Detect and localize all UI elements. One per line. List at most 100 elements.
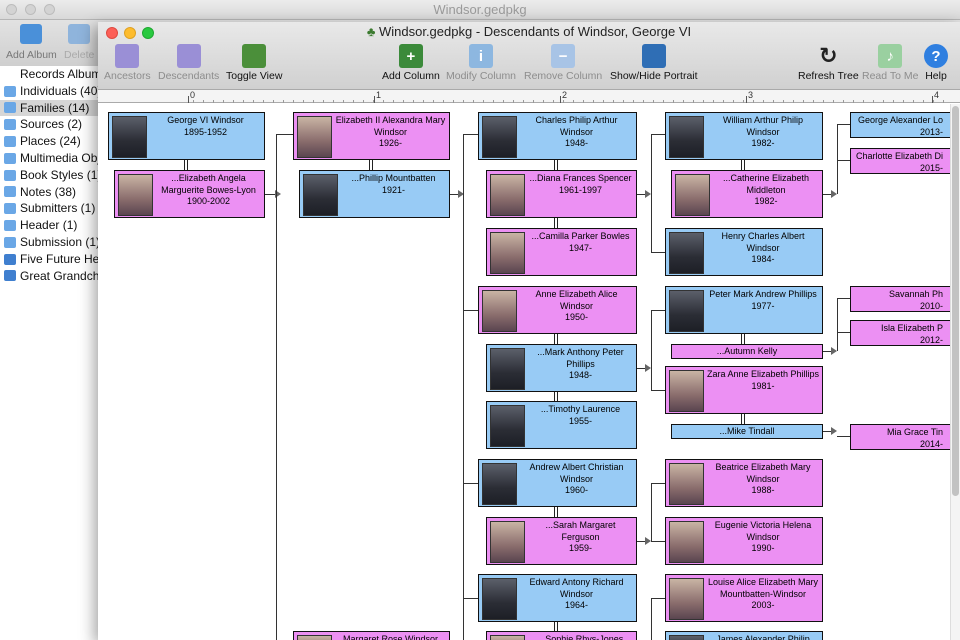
person-card[interactable]: ...Mike Tindall [671, 424, 823, 439]
tree-canvas[interactable]: George VI Windsor 1895-1952 ...Elizabeth A… [98, 104, 960, 640]
toggle-view-button[interactable]: Toggle View [226, 44, 282, 82]
person-dates: 1948- [568, 370, 593, 380]
minimize-icon[interactable] [25, 4, 36, 15]
ruler-minor-tick [283, 100, 284, 103]
person-card[interactable]: Andrew Albert Christian Windsor 1960- [478, 459, 637, 507]
person-card[interactable]: Margaret Rose Windsor [293, 631, 450, 640]
person-card[interactable]: ...Sarah Margaret Ferguson 1959- [486, 517, 637, 565]
portrait-button[interactable]: Show/Hide Portrait [610, 44, 698, 82]
ruler-minor-tick [323, 100, 324, 103]
person-card[interactable]: William Arthur Philip Windsor 1982- [665, 112, 823, 160]
person-card[interactable]: ...Phillip Mountbatten 1921- [299, 170, 450, 218]
person-card[interactable]: James Alexander Philip Theo [665, 631, 823, 640]
delete-button[interactable]: Delete [64, 24, 94, 61]
person-card[interactable]: Henry Charles Albert Windsor 1984- [665, 228, 823, 276]
descendants-button[interactable]: Descendants [158, 44, 219, 82]
person-card[interactable]: Anne Elizabeth Alice Windsor 1950- [478, 286, 637, 334]
sidebar-item[interactable]: Families (14) [0, 99, 100, 117]
person-card[interactable]: Elizabeth II Alexandra Mary Windsor 1926- [293, 112, 450, 160]
person-card[interactable]: Mia Grace Tin 2014- [850, 424, 960, 450]
person-card[interactable]: ...Catherine Elizabeth Middleton 1982- [671, 170, 823, 218]
ruler-minor-tick [873, 100, 874, 103]
person-card[interactable]: Louise Alice Elizabeth Mary Mountbatten-… [665, 574, 823, 622]
sidebar-item[interactable]: Five Future Heir [0, 251, 100, 268]
person-card[interactable]: Peter Mark Andrew Phillips 1977- [665, 286, 823, 334]
portrait-photo [669, 635, 704, 640]
ruler-minor-tick [793, 100, 794, 103]
scrollbar-thumb[interactable] [952, 106, 959, 496]
sidebar-item[interactable]: Submission (1) [0, 234, 100, 251]
sidebar-item[interactable]: Submitters (1) [0, 200, 100, 217]
sidebar-item[interactable]: Header (1) [0, 217, 100, 234]
person-card[interactable]: Isla Elizabeth P 2012- [850, 320, 960, 346]
connector-line [837, 332, 850, 333]
ancestors-button[interactable]: Ancestors [104, 44, 151, 82]
person-card[interactable]: Charles Philip Arthur Windsor 1948- [478, 112, 637, 160]
ruler-minor-tick [933, 100, 934, 103]
person-dates: 1900-2002 [186, 196, 231, 206]
person-dates: 1960- [564, 485, 589, 495]
person-card[interactable]: Edward Antony Richard Windsor 1964- [478, 574, 637, 622]
close-icon[interactable] [6, 4, 17, 15]
folder-icon [4, 236, 16, 248]
ancestors-icon [115, 44, 140, 68]
sidebar-item[interactable]: Places (24) [0, 133, 100, 150]
toolbar-button-label: Toggle View [226, 70, 283, 82]
person-name: ...Phillip Mountbatten [351, 173, 436, 183]
ruler-minor-tick [593, 100, 594, 103]
connector-line [823, 351, 831, 352]
sidebar-item[interactable]: Notes (38) [0, 184, 100, 201]
add-album-button[interactable]: Add Album [6, 24, 57, 61]
ruler-minor-tick [803, 100, 804, 103]
connector-line [837, 124, 838, 194]
sidebar-item[interactable]: Records Album [0, 66, 100, 83]
ruler-minor-tick [633, 100, 634, 103]
ruler-label: 2 [562, 90, 568, 100]
person-card[interactable]: ...Mark Anthony Peter Phillips 1948- [486, 344, 637, 392]
person-card[interactable]: ...Sophie Rhys-Jones [486, 631, 637, 640]
person-name: ...Timothy Laurence [540, 404, 621, 414]
sidebar-item[interactable]: Sources (2) [0, 116, 100, 133]
folder-icon [4, 136, 16, 148]
sidebar-item-label: Header (1) [20, 218, 78, 233]
sidebar-item[interactable]: Individuals (40) [0, 83, 100, 100]
vertical-scrollbar[interactable] [950, 104, 960, 640]
person-card[interactable]: ...Camilla Parker Bowles 1947- [486, 228, 637, 276]
folder-icon [4, 186, 16, 198]
ruler-minor-tick [943, 100, 944, 103]
sidebar-item[interactable]: Great Grandchi [0, 268, 100, 285]
sidebar-item-label: Submitters (1) [20, 201, 96, 216]
person-card[interactable]: Eugenie Victoria Helena Windsor 1990- [665, 517, 823, 565]
person-name: ...Sophie Rhys-Jones [537, 634, 624, 640]
person-name: ...Mark Anthony Peter Phillips [537, 347, 624, 369]
toolbar-button-label: Descendants [158, 70, 220, 82]
person-card[interactable]: ...Timothy Laurence 1955- [486, 401, 637, 449]
ruler-minor-tick [313, 100, 314, 103]
sidebar-item-label: Records Album [20, 67, 100, 81]
connector-line [276, 134, 277, 640]
modify-column-button[interactable]: i Modify Column [446, 44, 516, 82]
add-column-button[interactable]: + Add Column [382, 44, 440, 82]
person-card[interactable]: ...Elizabeth Angela Marguerite Bowes-Lyo… [114, 170, 265, 218]
sidebar-item[interactable]: Book Styles (1) [0, 167, 100, 184]
person-card[interactable]: Charlotte Elizabeth Di 2015- [850, 148, 960, 174]
marriage-connector [741, 160, 745, 170]
person-dates: 1921- [381, 184, 406, 195]
ruler-minor-tick [773, 100, 774, 103]
sidebar-item[interactable]: Multimedia Obj [0, 150, 100, 167]
person-card[interactable]: ...Autumn Kelly [671, 344, 823, 359]
remove-column-button[interactable]: − Remove Column [524, 44, 602, 82]
person-card[interactable]: Beatrice Elizabeth Mary Windsor 1988- [665, 459, 823, 507]
person-card[interactable]: ...Diana Frances Spencer 1961-1997 [486, 170, 637, 218]
ruler-minor-tick [553, 100, 554, 103]
person-card[interactable]: Zara Anne Elizabeth Phillips 1981- [665, 366, 823, 414]
person-card[interactable]: George VI Windsor 1895-1952 [108, 112, 265, 160]
read-to-me-button[interactable]: ♪ Read To Me [862, 44, 918, 82]
zoom-icon[interactable] [44, 4, 55, 15]
refresh-button[interactable]: ↻ Refresh Tree [798, 43, 859, 82]
help-button[interactable]: ? Help [924, 44, 948, 82]
person-card[interactable]: George Alexander Lo 2013- [850, 112, 960, 138]
window-toolbar: ♣ Windsor.gedpkg - Descendants of Windso… [98, 22, 960, 90]
ruler-minor-tick [483, 100, 484, 103]
person-card[interactable]: Savannah Ph 2010- [850, 286, 960, 312]
